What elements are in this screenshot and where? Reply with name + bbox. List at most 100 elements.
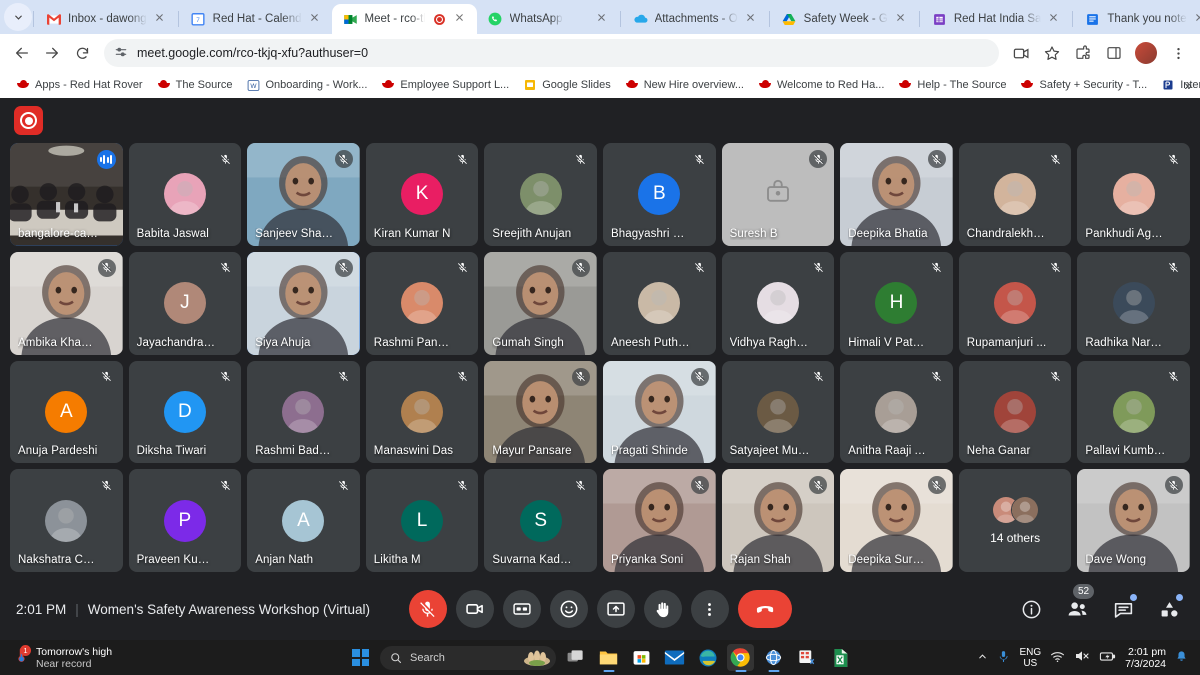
participant-tile[interactable]: Pallavi Kumbhar: [1077, 360, 1190, 464]
participant-tile[interactable]: Deepika Surya...: [840, 469, 953, 572]
screen-share-icon[interactable]: [1007, 39, 1035, 67]
present-screen-button[interactable]: [596, 590, 635, 628]
search-input[interactable]: Search: [380, 645, 556, 670]
bookmark-item[interactable]: International SOS M...: [1154, 75, 1200, 95]
participant-tile[interactable]: S Suvarna Kadam: [484, 469, 597, 572]
more-options-button[interactable]: [690, 590, 729, 628]
browser-tab-calendar[interactable]: 7 Red Hat - Calend: [180, 4, 332, 34]
participant-tile[interactable]: Sreejith Anujan: [484, 143, 597, 246]
bookmark-item[interactable]: Safety + Security - T...: [1013, 75, 1154, 95]
microsoft-store-icon[interactable]: [628, 644, 655, 671]
participant-tile[interactable]: Rashmi Panch...: [365, 251, 479, 355]
browser-tab-redhat-india[interactable]: Red Hat India Sa: [921, 4, 1072, 34]
participant-tile[interactable]: bangalore-car...: [10, 143, 123, 246]
close-icon[interactable]: [596, 12, 611, 27]
participant-tile[interactable]: Nakshatra Ch...: [10, 469, 123, 572]
close-icon[interactable]: [154, 12, 169, 27]
chrome-menu-icon[interactable]: [1164, 39, 1192, 67]
bookmark-item[interactable]: Apps - Red Hat Rover: [9, 75, 150, 95]
back-button[interactable]: [8, 39, 36, 67]
browser-tab-meet[interactable]: Meet - rco-tk: [331, 4, 477, 34]
camera-button[interactable]: [455, 590, 494, 628]
participant-tile[interactable]: Radhika Nargo...: [1077, 251, 1190, 355]
captions-button[interactable]: [502, 590, 541, 628]
edge-icon[interactable]: [694, 644, 721, 671]
microphone-button[interactable]: [408, 590, 447, 628]
recording-badge-icon[interactable]: [14, 106, 43, 135]
participant-tile[interactable]: 14 others: [958, 469, 1072, 572]
participant-tile[interactable]: Pragati Shinde: [602, 360, 716, 464]
participant-tile[interactable]: A Anjan Nath: [247, 469, 360, 572]
close-icon[interactable]: [895, 12, 910, 27]
participant-tile[interactable]: Priyanka Soni: [602, 469, 716, 572]
browser-tab-attachments[interactable]: Attachments - O: [622, 4, 768, 34]
excel-icon[interactable]: [826, 644, 853, 671]
reload-button[interactable]: [68, 39, 96, 67]
browser-tab-whatsapp[interactable]: WhatsApp: [477, 4, 619, 34]
browser-sidebar-icon[interactable]: [1100, 39, 1128, 67]
participant-tile[interactable]: Siya Ahuja: [247, 251, 360, 355]
participant-tile[interactable]: Gumah Singh: [484, 251, 597, 355]
close-icon[interactable]: [309, 12, 324, 27]
participant-tile[interactable]: Satyajeet Munje: [721, 360, 835, 464]
close-icon[interactable]: [1194, 12, 1200, 27]
participant-tile[interactable]: D Diksha Tiwari: [128, 360, 242, 464]
participant-tile[interactable]: B Bhagyashri Ma...: [602, 143, 716, 246]
bookmark-item[interactable]: Help - The Source: [891, 75, 1013, 95]
participant-tile[interactable]: L Likitha M: [365, 469, 479, 572]
network-app-icon[interactable]: [760, 644, 787, 671]
chrome-icon[interactable]: [727, 644, 754, 671]
close-icon[interactable]: [454, 12, 469, 27]
meeting-details-button[interactable]: [1016, 594, 1046, 624]
participant-tile[interactable]: J Jayachandra P...: [128, 251, 242, 355]
file-explorer-icon[interactable]: [595, 644, 622, 671]
participant-tile[interactable]: Dave Wong: [1077, 469, 1190, 572]
participant-tile[interactable]: Manaswini Das: [365, 360, 479, 464]
bookmark-item[interactable]: Google Slides: [516, 75, 618, 95]
participant-tile[interactable]: Rashmi Badag...: [247, 360, 360, 464]
bookmark-star-icon[interactable]: [1038, 39, 1066, 67]
bookmark-item[interactable]: Employee Support L...: [374, 75, 516, 95]
participant-tile[interactable]: Chandralekha ...: [958, 143, 1072, 246]
participant-tile[interactable]: K Kiran Kumar N: [365, 143, 479, 246]
participant-tile[interactable]: Vidhya Raghu...: [721, 251, 835, 355]
participant-tile[interactable]: A Anuja Pardeshi: [10, 360, 123, 464]
start-button[interactable]: [347, 644, 374, 671]
participant-tile[interactable]: Sanjeev Sharma: [247, 143, 360, 246]
participant-tile[interactable]: Rupamanjuri ...: [958, 251, 1072, 355]
participant-tile[interactable]: P Praveen Kuma...: [128, 469, 242, 572]
bookmarks-overflow-icon[interactable]: »: [1184, 77, 1192, 93]
participant-tile[interactable]: Deepika Bhatia: [840, 143, 953, 246]
bookmark-item[interactable]: The Source: [150, 75, 240, 95]
profile-avatar[interactable]: [1135, 42, 1157, 64]
bookmark-item[interactable]: New Hire overview...: [618, 75, 751, 95]
task-view-icon[interactable]: [562, 644, 589, 671]
raise-hand-button[interactable]: [643, 590, 682, 628]
address-bar[interactable]: meet.google.com/rco-tkjq-xfu?authuser=0: [104, 39, 999, 67]
bookmark-item[interactable]: Welcome to Red Ha...: [751, 75, 891, 95]
participant-tile[interactable]: Anitha Raaji Al...: [840, 360, 953, 464]
participant-tile[interactable]: Neha Ganar: [958, 360, 1072, 464]
end-call-button[interactable]: [737, 590, 792, 628]
tab-search-chevron-icon[interactable]: [4, 3, 32, 31]
participant-tile[interactable]: Babita Jaswal: [128, 143, 242, 246]
participant-tile[interactable]: H Himali V Patha...: [840, 251, 953, 355]
participants-button[interactable]: 52: [1062, 584, 1095, 624]
snipping-tool-icon[interactable]: [793, 644, 820, 671]
activities-button[interactable]: [1154, 594, 1184, 624]
browser-tab-thank-you-note[interactable]: Thank you note: [1074, 4, 1200, 34]
participant-tile[interactable]: Mayur Pansare: [484, 360, 597, 464]
chat-button[interactable]: [1108, 594, 1138, 624]
participant-tile[interactable]: Rajan Shah: [721, 469, 835, 572]
close-icon[interactable]: [1048, 12, 1063, 27]
browser-tab-safety-week[interactable]: Safety Week - G: [771, 4, 918, 34]
mail-icon[interactable]: [661, 644, 688, 671]
participant-tile[interactable]: Pankhudi Agra...: [1077, 143, 1190, 246]
extensions-icon[interactable]: [1069, 39, 1097, 67]
browser-tab-inbox[interactable]: Inbox - dawong: [35, 4, 177, 34]
forward-button[interactable]: [38, 39, 66, 67]
site-settings-icon[interactable]: [114, 45, 128, 62]
emoji-button[interactable]: [549, 590, 588, 628]
participant-tile[interactable]: Ambika Khanna: [10, 251, 123, 355]
participant-tile[interactable]: Aneesh Puthiy...: [602, 251, 716, 355]
